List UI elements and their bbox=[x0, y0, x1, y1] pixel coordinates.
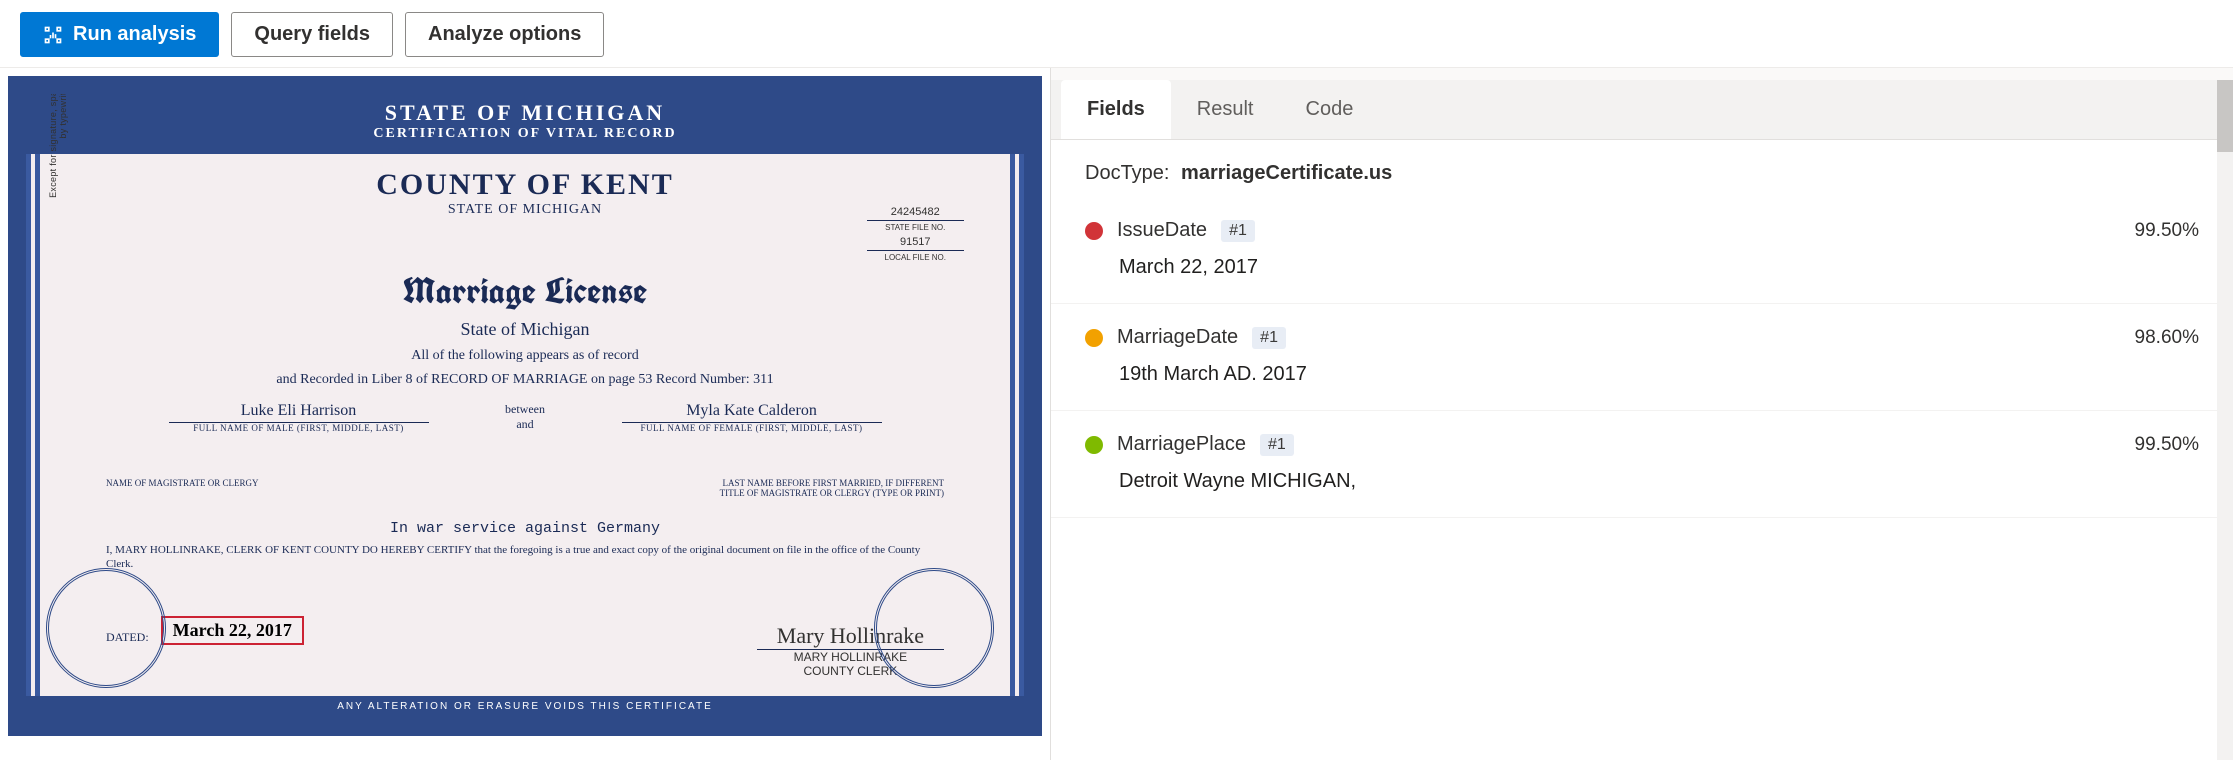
doctype-value: marriageCertificate.us bbox=[1181, 162, 1392, 184]
analyze-options-label: Analyze options bbox=[428, 23, 581, 46]
side-instruction: Except for signature, spaces left blank … bbox=[48, 76, 68, 204]
mag-cap-left: NAME OF MAGISTRATE OR CLERGY bbox=[106, 478, 259, 488]
scrollbar-thumb[interactable] bbox=[2217, 80, 2233, 152]
main: STATE OF MICHIGAN CERTIFICATION OF VITAL… bbox=[0, 68, 2233, 760]
tab-fields[interactable]: Fields bbox=[1061, 80, 1171, 139]
county-title: COUNTY OF KENT bbox=[106, 168, 944, 202]
field-value: 19th March AD. 2017 bbox=[1119, 363, 2199, 386]
field-color-dot bbox=[1085, 436, 1103, 454]
mag-caps: NAME OF MAGISTRATE OR CLERGY LAST NAME B… bbox=[106, 478, 944, 488]
field-badge: #1 bbox=[1260, 434, 1294, 456]
certificate-body: COUNTY OF KENT STATE OF MICHIGAN Marriag… bbox=[106, 164, 944, 678]
query-fields-label: Query fields bbox=[254, 23, 370, 46]
marriage-license-title: Marriage License bbox=[106, 268, 944, 315]
field-name: MarriageDate bbox=[1117, 326, 1238, 349]
field-confidence: 99.50% bbox=[2135, 434, 2199, 456]
run-analysis-label: Run analysis bbox=[73, 23, 196, 46]
between-top: between bbox=[505, 402, 545, 417]
lastname-cap: LAST NAME BEFORE FIRST MARRIED, IF DIFFE… bbox=[723, 478, 944, 488]
male-caption: FULL NAME OF MALE (FIRST, MIDDLE, LAST) bbox=[106, 423, 491, 433]
female-name: Myla Kate Calderon bbox=[622, 402, 882, 423]
field-color-dot bbox=[1085, 329, 1103, 347]
band-title: STATE OF MICHIGAN bbox=[26, 100, 1024, 126]
certificate-footer: ANY ALTERATION OR ERASURE VOIDS THIS CER… bbox=[26, 696, 1024, 718]
male-name: Luke Eli Harrison bbox=[169, 402, 429, 423]
certificate-image: STATE OF MICHIGAN CERTIFICATION OF VITAL… bbox=[8, 76, 1042, 736]
field-value: Detroit Wayne MICHIGAN, bbox=[1119, 470, 2199, 493]
field-head: MarriageDate #1 98.60% bbox=[1085, 326, 2199, 349]
certificate-header-band: STATE OF MICHIGAN CERTIFICATION OF VITAL… bbox=[26, 94, 1024, 154]
results-pane: Fields Result Code DocType: marriageCert… bbox=[1050, 68, 2233, 760]
doctype-label: DocType: bbox=[1085, 162, 1169, 184]
scrollbar-track[interactable] bbox=[2217, 80, 2233, 760]
field-name: IssueDate bbox=[1117, 219, 1207, 242]
record-line: and Recorded in Liber 8 of RECORD OF MAR… bbox=[106, 372, 944, 388]
fields-list[interactable]: IssueDate #1 99.50% March 22, 2017 Marri… bbox=[1051, 197, 2233, 760]
female-caption: FULL NAME OF FEMALE (FIRST, MIDDLE, LAST… bbox=[559, 423, 944, 433]
field-head: MarriagePlace #1 99.50% bbox=[1085, 433, 2199, 456]
field-badge: #1 bbox=[1252, 327, 1286, 349]
dated-value: March 22, 2017 bbox=[161, 616, 304, 645]
query-fields-button[interactable]: Query fields bbox=[231, 12, 393, 57]
toolbar: Run analysis Query fields Analyze option… bbox=[0, 0, 2233, 68]
field-confidence: 99.50% bbox=[2135, 220, 2199, 242]
certify-text: I, MARY HOLLINRAKE, CLERK OF KENT COUNTY… bbox=[106, 543, 944, 572]
between-label: between and bbox=[491, 402, 559, 432]
field-head: IssueDate #1 99.50% bbox=[1085, 219, 2199, 242]
male-name-col: Luke Eli Harrison FULL NAME OF MALE (FIR… bbox=[106, 402, 491, 452]
field-confidence: 98.60% bbox=[2135, 327, 2199, 349]
analysis-icon bbox=[43, 25, 63, 45]
state-line: State of Michigan bbox=[106, 319, 944, 340]
field-row[interactable]: IssueDate #1 99.50% March 22, 2017 bbox=[1051, 197, 2233, 304]
tab-result[interactable]: Result bbox=[1171, 80, 1280, 139]
field-color-dot bbox=[1085, 222, 1103, 240]
doctype-row: DocType: marriageCertificate.us bbox=[1051, 140, 2233, 197]
names-row: Luke Eli Harrison FULL NAME OF MALE (FIR… bbox=[106, 402, 944, 452]
war-service-line: In war service against Germany bbox=[106, 520, 944, 537]
state-subtitle: STATE OF MICHIGAN bbox=[106, 202, 944, 218]
band-subtitle: CERTIFICATION OF VITAL RECORD bbox=[26, 126, 1024, 142]
document-pane: STATE OF MICHIGAN CERTIFICATION OF VITAL… bbox=[0, 68, 1050, 760]
analyze-options-button[interactable]: Analyze options bbox=[405, 12, 604, 57]
field-row[interactable]: MarriagePlace #1 99.50% Detroit Wayne MI… bbox=[1051, 411, 2233, 518]
field-name: MarriagePlace bbox=[1117, 433, 1246, 456]
run-analysis-button[interactable]: Run analysis bbox=[20, 12, 219, 57]
result-tabs: Fields Result Code bbox=[1051, 80, 2233, 140]
seal-left bbox=[46, 568, 166, 688]
female-name-col: Myla Kate Calderon FULL NAME OF FEMALE (… bbox=[559, 402, 944, 452]
mag-cap-right: TITLE OF MAGISTRATE OR CLERGY (TYPE OR P… bbox=[106, 488, 944, 498]
field-row[interactable]: MarriageDate #1 98.60% 19th March AD. 20… bbox=[1051, 304, 2233, 411]
seal-right bbox=[874, 568, 994, 688]
field-badge: #1 bbox=[1221, 220, 1255, 242]
between-bot: and bbox=[505, 417, 545, 432]
field-value: March 22, 2017 bbox=[1119, 256, 2199, 279]
tab-code[interactable]: Code bbox=[1280, 80, 1380, 139]
record-intro: All of the following appears as of recor… bbox=[106, 348, 944, 364]
